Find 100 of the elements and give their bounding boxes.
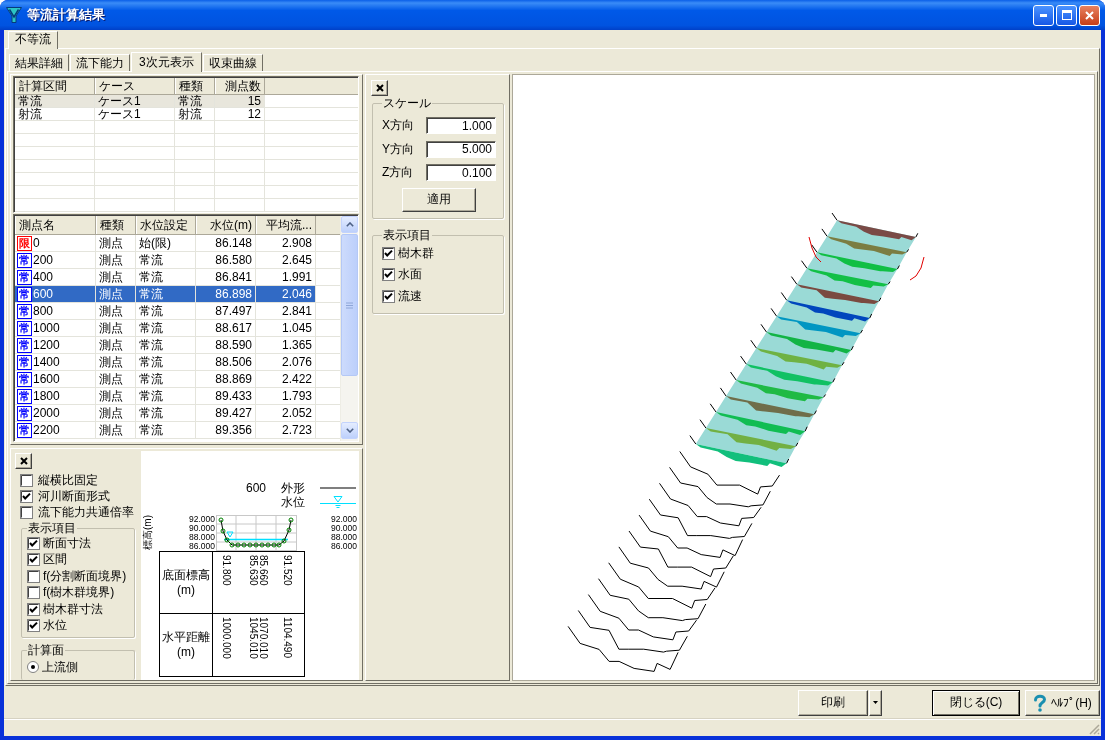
table-cell: 91.800: [221, 555, 231, 586]
table-row[interactable]: 常 200 測点 常流 86.580 2.645: [15, 252, 316, 268]
scroll-up-button[interactable]: [341, 216, 358, 233]
dropdown-button[interactable]: [869, 689, 882, 716]
table-row[interactable]: 常 1800 測点 常流 89.433 1.793: [15, 388, 316, 404]
help-button[interactable]: ﾍﾙﾌﾟ(H): [1025, 689, 1100, 716]
checkbox[interactable]: [27, 536, 40, 550]
water-level-legend-icon: [320, 496, 356, 508]
table-cell: 200: [33, 252, 54, 268]
column-header[interactable]: 平均流...: [256, 216, 316, 234]
table-cell: 常流: [136, 405, 196, 421]
table-row[interactable]: 常 1200 測点 常流 88.590 1.365: [15, 337, 316, 353]
checkbox[interactable]: [382, 246, 395, 260]
table-cell: 始(限): [136, 235, 196, 251]
column-header[interactable]: ケース: [95, 78, 175, 94]
chevron-up-icon: [345, 222, 354, 227]
close-panel-button[interactable]: [15, 453, 32, 469]
grip-icon: [346, 301, 353, 309]
scale-input-field[interactable]: 0.100: [426, 164, 496, 182]
checkbox[interactable]: [382, 268, 395, 282]
apply-button[interactable]: 適用: [402, 187, 476, 212]
column-header[interactable]: 水位(m): [196, 216, 256, 234]
axis-tick-label: 92.000: [189, 515, 215, 524]
checkbox[interactable]: [27, 602, 40, 616]
tab[interactable]: 3次元表示: [131, 52, 202, 72]
axis-tick-label: 88.000: [331, 533, 357, 542]
table-cell: 1200: [33, 337, 60, 353]
tab[interactable]: 流下能力: [70, 54, 130, 71]
table-row[interactable]: 常流 ケース1 常流 15: [15, 95, 265, 107]
status-badge: 常: [17, 405, 32, 421]
table-cell: 2000: [33, 405, 60, 421]
close-panel-button[interactable]: [371, 80, 388, 96]
column-header[interactable]: 水位設定: [136, 216, 196, 234]
maximize-button[interactable]: [1056, 4, 1077, 26]
table-cell: 2.645: [256, 252, 316, 268]
table-row[interactable]: 射流 ケース1 射流 12: [15, 108, 265, 120]
scale-input-field[interactable]: 1.000: [426, 117, 496, 135]
table-row[interactable]: 常 2000 測点 常流 89.427 2.052: [15, 405, 316, 421]
legend-label: 水位: [281, 495, 305, 509]
checkbox-label: 水面: [398, 266, 422, 284]
table-cell: 2.076: [256, 354, 316, 370]
tab[interactable]: 収束曲線: [202, 54, 263, 71]
scroll-down-button[interactable]: [341, 422, 358, 439]
scale-input-field[interactable]: 5.000: [426, 140, 496, 158]
column-header[interactable]: 測点名: [15, 216, 96, 234]
checkbox[interactable]: [27, 553, 40, 567]
table-cell: 射流: [175, 108, 215, 120]
radio-button[interactable]: [27, 661, 39, 674]
table-cell: 15: [215, 95, 265, 107]
table-row[interactable]: 常 1000 測点 常流 88.617 1.045: [15, 320, 316, 336]
table-cell: 測点: [96, 320, 136, 336]
checkbox[interactable]: [20, 489, 33, 503]
resize-grip-icon: [1089, 724, 1100, 735]
caret-icon: [873, 701, 878, 704]
checkbox-label: 水位: [43, 617, 67, 635]
tab[interactable]: 結果詳細: [9, 54, 69, 71]
checkbox[interactable]: [20, 505, 33, 519]
table-cell: 89.427: [196, 405, 256, 421]
checkbox[interactable]: [20, 473, 33, 487]
table-cell: 86.841: [196, 269, 256, 285]
table-cell: 89.356: [196, 422, 256, 438]
table-cell: 測点: [96, 337, 136, 353]
field-label: Y方向: [382, 140, 415, 158]
table-cell: 91.520: [282, 555, 292, 586]
table-row[interactable]: 常 1400 測点 常流 88.506 2.076: [15, 354, 316, 370]
checkbox[interactable]: [27, 586, 40, 600]
table-cell: 86.148: [196, 235, 256, 251]
table-cell: 測点: [96, 286, 136, 302]
close-dialog-button[interactable]: 閉じる(C): [932, 689, 1020, 716]
column-header[interactable]: 計算区間: [15, 78, 95, 94]
column-header[interactable]: 測点数: [215, 78, 265, 94]
table-cell: 測点: [96, 354, 136, 370]
column-header[interactable]: 種類: [175, 78, 215, 94]
status-badge: 常: [17, 320, 32, 336]
table-cell: 2.422: [256, 371, 316, 387]
table-cell: 1.365: [256, 337, 316, 353]
column-header[interactable]: 種類: [96, 216, 136, 234]
table-row[interactable]: 常 400 測点 常流 86.841 1.991: [15, 269, 316, 285]
table-row[interactable]: 常 1600 測点 常流 88.869 2.422: [15, 371, 316, 387]
minimize-button[interactable]: [1033, 4, 1054, 26]
table-row[interactable]: 限 0 測点 始(限) 86.148 2.908: [15, 235, 316, 251]
checkbox-label: 縦横比固定: [38, 471, 98, 489]
tab[interactable]: 不等流: [8, 31, 58, 49]
checkbox[interactable]: [27, 619, 40, 633]
table-cell: 12: [215, 108, 265, 120]
print-button[interactable]: 印刷: [798, 689, 868, 716]
close-button[interactable]: [1079, 4, 1100, 26]
checkbox[interactable]: [27, 569, 40, 583]
scrollbar-track[interactable]: [340, 216, 358, 441]
table-row[interactable]: 常 800 測点 常流 87.497 2.841: [15, 303, 316, 319]
table-row[interactable]: 常 600 測点 常流 86.898 2.046: [15, 286, 316, 302]
checkbox-label: 流速: [398, 287, 422, 305]
table-cell: 600: [33, 286, 54, 302]
table-row[interactable]: 常 2200 測点 常流 89.356 2.723: [15, 422, 316, 438]
table-cell: 0: [33, 235, 40, 251]
table-cell: 2.908: [256, 235, 316, 251]
scroll-thumb[interactable]: [341, 234, 358, 376]
checkbox[interactable]: [382, 289, 395, 303]
axis-tick-label: 90.000: [189, 524, 215, 533]
group-title: 計算面: [27, 644, 65, 657]
